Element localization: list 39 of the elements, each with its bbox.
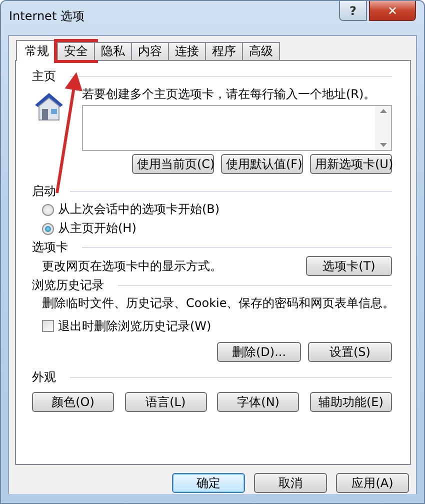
tab[interactable]: 安全 [57, 42, 95, 60]
section-heading: 启动 [32, 182, 56, 200]
tabs-button[interactable]: 选项卡(T) [306, 256, 392, 276]
homepage-field[interactable] [82, 105, 392, 151]
radio-button[interactable] [42, 204, 54, 216]
dialog-button[interactable]: 取消 [254, 473, 327, 493]
homepage-button[interactable]: 使用当前页(C) [132, 154, 214, 174]
radio-label: 从上次会话中的选项卡开始(B) [58, 201, 220, 218]
close-button[interactable]: ✕ [369, 1, 416, 21]
history-description: 删除临时文件、历史记录、Cookie、保存的密码和网页表单信息。 [41, 295, 392, 312]
dialog-button[interactable]: 应用(A) [336, 473, 409, 493]
homepage-button[interactable]: 使用默认值(F) [221, 154, 303, 174]
history-button[interactable]: 删除(D)... [217, 342, 301, 362]
section-heading: 外观 [32, 368, 56, 386]
dialog-button[interactable]: 确定 [172, 473, 245, 493]
window-title: Internet 选项 [9, 8, 84, 25]
homepage-hint: 若要创建多个主页选项卡，请在每行输入一个地址(R)。 [82, 86, 377, 102]
homepage-button[interactable]: 用新选项卡(U) [310, 154, 392, 174]
scroll-down-icon[interactable] [380, 143, 386, 147]
appearance-button[interactable]: 颜色(O) [32, 392, 114, 412]
section-heading: 选项卡 [32, 238, 68, 256]
tab[interactable]: 连接 [168, 42, 206, 60]
checkbox[interactable] [42, 320, 54, 332]
appearance-button[interactable]: 语言(L) [124, 392, 207, 412]
help-button[interactable]: ? [339, 1, 367, 21]
tab[interactable]: 高级 [242, 42, 280, 60]
radio-button[interactable] [42, 222, 54, 234]
radio-label: 从主页开始(H) [58, 220, 136, 237]
tab[interactable]: 隐私 [94, 42, 132, 60]
tabs-description: 更改网页在选项卡中的显示方式。 [42, 258, 222, 274]
tab[interactable]: 内容 [131, 42, 169, 60]
history-button[interactable]: 设置(S) [308, 342, 392, 362]
section-heading: 浏览历史记录 [32, 276, 104, 294]
checkbox-label: 退出时删除浏览历史记录(W) [58, 318, 212, 334]
appearance-button[interactable]: 辅助功能(E) [310, 392, 392, 412]
scroll-up-icon[interactable] [380, 109, 386, 113]
appearance-button[interactable]: 字体(N) [217, 392, 300, 412]
section-heading: 主页 [32, 68, 56, 84]
tab[interactable]: 程序 [205, 42, 243, 60]
